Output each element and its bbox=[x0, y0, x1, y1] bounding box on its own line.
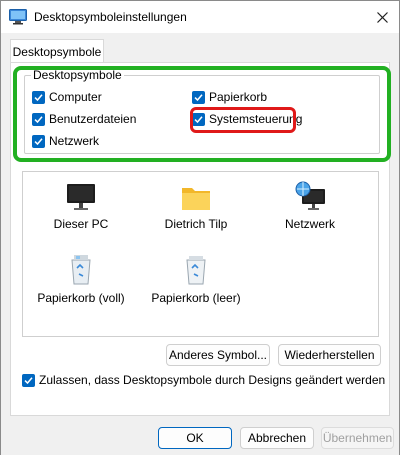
icon-item-netzwerk[interactable]: Netzwerk bbox=[255, 178, 365, 231]
tab-desktopsymbole[interactable]: Desktopsymbole bbox=[10, 39, 104, 63]
checkbox-netzwerk[interactable]: Netzwerk bbox=[32, 134, 99, 148]
close-icon bbox=[376, 11, 388, 23]
monitor-icon bbox=[26, 178, 136, 212]
icon-item-dieser-pc[interactable]: Dieser PC bbox=[26, 178, 136, 231]
icon-label: Dieser PC bbox=[53, 217, 109, 231]
icon-item-papierkorb-voll[interactable]: Papierkorb (voll) bbox=[26, 252, 136, 305]
wiederherstellen-button[interactable]: Wiederherstellen bbox=[278, 344, 381, 366]
icon-label: Papierkorb (voll) bbox=[37, 291, 125, 305]
checkbox-label: Zulassen, dass Desktopsymbole durch Desi… bbox=[39, 373, 386, 387]
dialog-window: Desktopsymboleinstellungen Desktopsymbol… bbox=[0, 0, 400, 455]
checkbox-label: Papierkorb bbox=[209, 90, 268, 104]
recycle-bin-full-icon bbox=[26, 252, 136, 286]
icon-label: Dietrich Tilp bbox=[164, 217, 228, 231]
checkmark-icon bbox=[192, 90, 205, 104]
checkmark-icon bbox=[32, 134, 45, 148]
checkbox-papierkorb[interactable]: Papierkorb bbox=[192, 90, 267, 104]
ok-button[interactable]: OK bbox=[158, 427, 232, 449]
icon-label: Netzwerk bbox=[284, 217, 335, 231]
checkmark-icon bbox=[22, 373, 35, 387]
icons-list[interactable]: Dieser PC Dietrich Tilp Netzwerk Papierk… bbox=[22, 171, 379, 337]
network-icon bbox=[255, 178, 365, 212]
checkbox-label: Benutzerdateien bbox=[49, 112, 137, 126]
red-highlight-frame bbox=[190, 107, 296, 133]
checkbox-allow-themes[interactable]: Zulassen, dass Desktopsymbole durch Desi… bbox=[22, 373, 385, 387]
checkmark-icon bbox=[32, 90, 45, 104]
abbrechen-button[interactable]: Abbrechen bbox=[240, 427, 314, 449]
checkbox-benutzerdateien[interactable]: Benutzerdateien bbox=[32, 112, 136, 126]
recycle-bin-empty-icon bbox=[141, 252, 251, 286]
icon-item-papierkorb-leer[interactable]: Papierkorb (leer) bbox=[141, 252, 251, 305]
anderes-symbol-button[interactable]: Anderes Symbol... bbox=[166, 344, 270, 366]
window-title: Desktopsymboleinstellungen bbox=[34, 10, 187, 24]
checkbox-label: Computer bbox=[49, 90, 102, 104]
close-button[interactable] bbox=[365, 1, 399, 33]
desktop-settings-icon bbox=[9, 9, 27, 25]
icon-label: Papierkorb (leer) bbox=[151, 291, 241, 305]
checkbox-computer[interactable]: Computer bbox=[32, 90, 102, 104]
folder-icon bbox=[141, 178, 251, 212]
icon-item-dietrich-tilp[interactable]: Dietrich Tilp bbox=[141, 178, 251, 231]
checkbox-label: Netzwerk bbox=[49, 134, 100, 148]
title-bar: Desktopsymboleinstellungen bbox=[1, 1, 399, 33]
uebernehmen-button[interactable]: Übernehmen bbox=[321, 427, 394, 449]
checkmark-icon bbox=[32, 112, 45, 126]
